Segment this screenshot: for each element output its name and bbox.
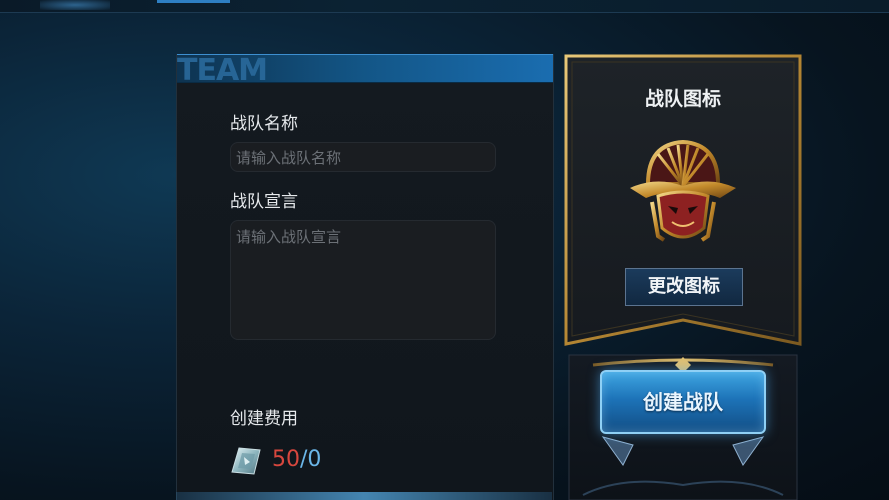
team-declaration-placeholder: 请输入战队宣言	[236, 228, 342, 246]
team-name-placeholder: 请输入战队名称	[236, 149, 342, 167]
change-icon-button[interactable]: 更改图标	[625, 268, 743, 306]
team-name-label: 战队名称	[230, 114, 298, 134]
creation-cost-value: 50/0	[272, 447, 321, 472]
creation-cost-label: 创建费用	[230, 409, 298, 429]
panel-bottom-glow	[176, 492, 552, 500]
panel-header-text: TEAM	[177, 53, 268, 88]
create-team-button[interactable]: 创建战队	[600, 370, 766, 434]
team-form-panel: TEAM 战队名称 请输入战队名称 战队宣言 请输入战队宣言 创建费用 50/0	[176, 53, 554, 500]
panel-header: TEAM	[177, 53, 553, 88]
top-bar	[0, 0, 889, 13]
team-name-input[interactable]: 请输入战队名称	[230, 142, 496, 172]
cost-need: 0	[307, 447, 322, 472]
team-declaration-input[interactable]: 请输入战队宣言	[230, 220, 496, 340]
crystal-gem-icon	[231, 447, 261, 475]
team-icon-title: 战队图标	[644, 88, 721, 110]
team-declaration-label: 战队宣言	[230, 192, 298, 212]
cost-have: 50	[272, 447, 300, 472]
golden-mask-emblem-icon	[630, 139, 736, 242]
top-glow	[40, 0, 110, 10]
top-tab-indicator[interactable]	[157, 0, 230, 3]
